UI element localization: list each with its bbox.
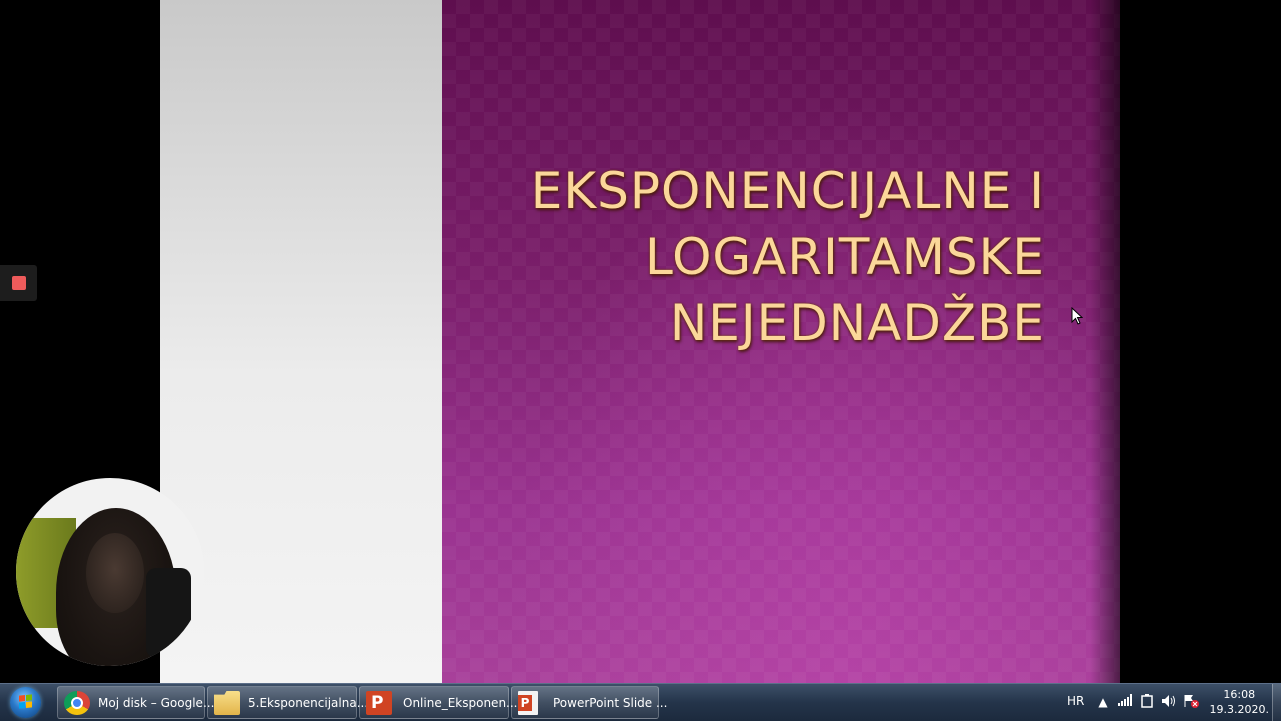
webcam-overlay bbox=[16, 478, 204, 666]
taskbar-item-folder[interactable]: 5.Eksponencijalna... bbox=[207, 686, 368, 719]
power-icon[interactable] bbox=[1139, 694, 1155, 710]
folder-icon bbox=[214, 691, 240, 715]
show-hidden-icons-icon[interactable]: ▲ bbox=[1095, 694, 1111, 710]
taskbar: Moj disk – Google... 5.Eksponencijalna..… bbox=[0, 683, 1281, 721]
taskbar-item-slideshow[interactable]: PowerPoint Slide ... bbox=[511, 686, 667, 719]
clock[interactable]: 16:08 19.3.2020. bbox=[1210, 687, 1269, 717]
slide-title-line-3: NEJEDNADŽBE bbox=[669, 294, 1045, 352]
powerpoint-slideshow-icon bbox=[518, 691, 538, 715]
slide[interactable]: EKSPONENCIJALNE I LOGARITAMSKE NEJEDNADŽ… bbox=[160, 0, 1120, 683]
action-center-icon[interactable] bbox=[1183, 694, 1199, 710]
taskbar-item-label: Online_Eksponen... bbox=[403, 696, 518, 710]
slide-title-line-1: EKSPONENCIJALNE I bbox=[530, 162, 1045, 220]
stop-square-icon bbox=[12, 276, 26, 290]
clock-date: 19.3.2020. bbox=[1209, 703, 1269, 716]
taskbar-item-powerpoint[interactable]: Online_Eksponen... bbox=[359, 686, 518, 719]
powerpoint-icon bbox=[366, 691, 392, 715]
taskbar-item-label: PowerPoint Slide ... bbox=[553, 696, 668, 710]
stop-recording-button[interactable] bbox=[0, 265, 37, 301]
chrome-icon bbox=[64, 691, 90, 715]
start-button[interactable] bbox=[4, 685, 48, 720]
show-desktop-button[interactable] bbox=[1272, 684, 1281, 721]
volume-icon[interactable] bbox=[1161, 694, 1177, 710]
presentation-area: EKSPONENCIJALNE I LOGARITAMSKE NEJEDNADŽ… bbox=[0, 0, 1281, 683]
windows-start-icon bbox=[10, 687, 41, 718]
taskbar-item-label: 5.Eksponencijalna... bbox=[248, 696, 369, 710]
taskbar-item-label: Moj disk – Google... bbox=[98, 696, 215, 710]
slide-title-line-2: LOGARITAMSKE bbox=[645, 228, 1045, 286]
language-indicator[interactable]: HR bbox=[1067, 694, 1084, 708]
taskbar-item-chrome[interactable]: Moj disk – Google... bbox=[57, 686, 214, 719]
clock-time: 16:08 bbox=[1223, 688, 1256, 701]
system-tray: HR ▲ 16:08 19.3.2020. bbox=[1061, 684, 1281, 721]
slide-title: EKSPONENCIJALNE I LOGARITAMSKE NEJEDNADŽ… bbox=[485, 158, 1045, 356]
network-signal-icon[interactable] bbox=[1117, 694, 1133, 710]
